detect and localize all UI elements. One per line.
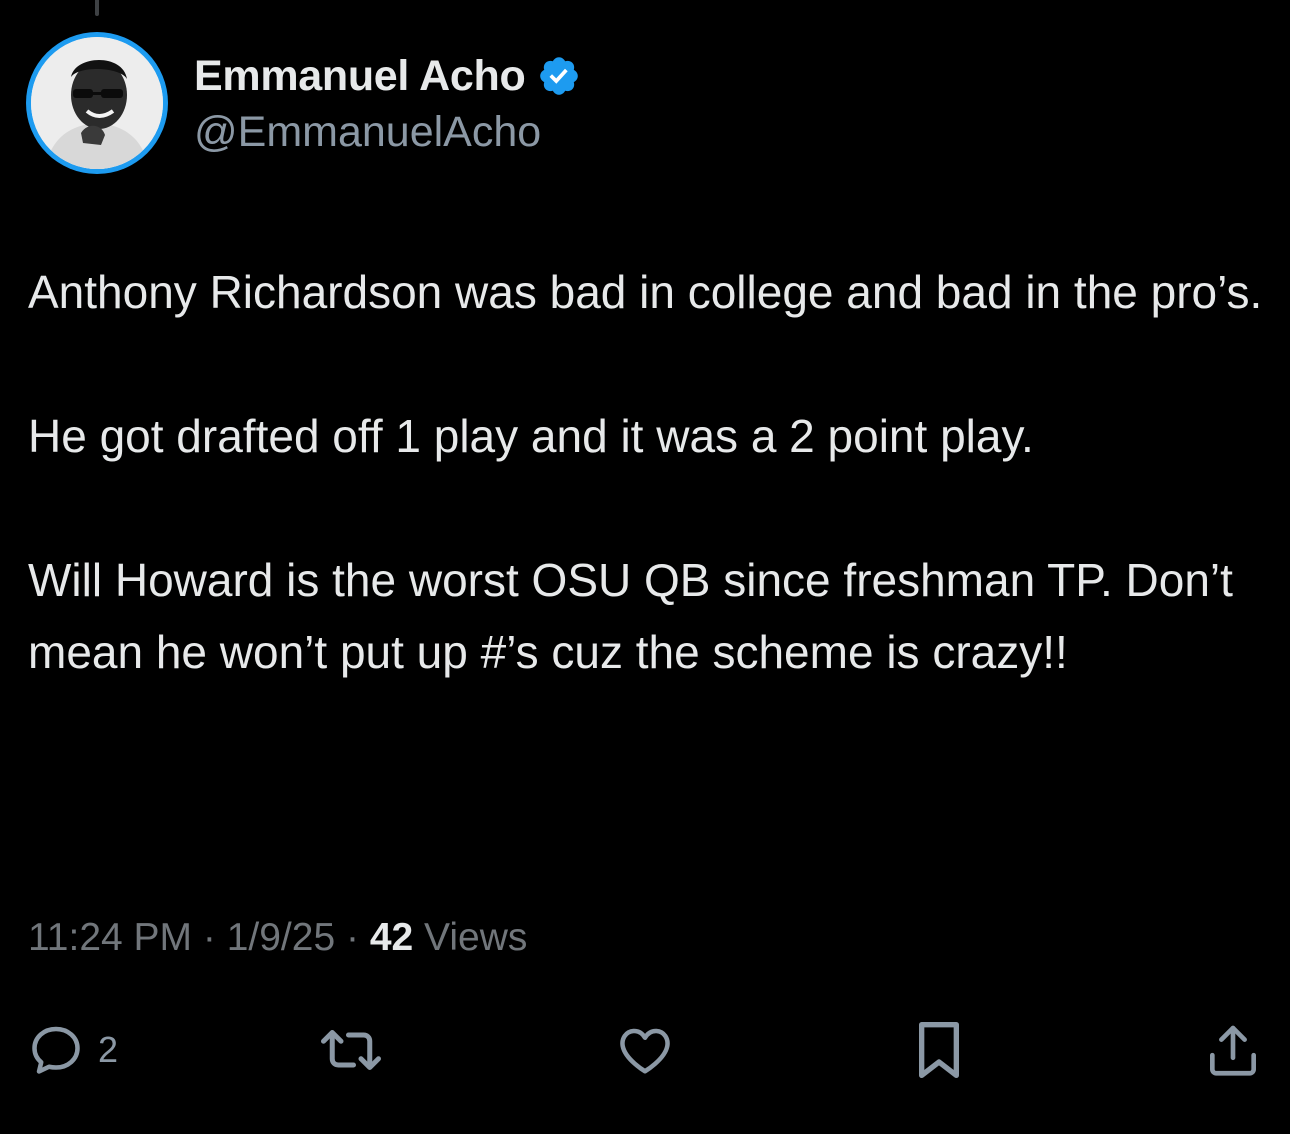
retweet-button[interactable] bbox=[316, 1010, 386, 1090]
tweet-paragraph: Anthony Richardson was bad in college an… bbox=[28, 266, 1263, 318]
bookmark-icon bbox=[919, 1022, 959, 1078]
like-icon bbox=[620, 1028, 670, 1074]
bookmark-button[interactable] bbox=[912, 1010, 966, 1090]
meta-separator: · bbox=[335, 916, 370, 959]
tweet-date[interactable]: 1/9/25 bbox=[227, 916, 335, 959]
author-name-row[interactable]: Emmanuel Acho bbox=[194, 50, 581, 102]
meta-separator: · bbox=[192, 916, 227, 959]
share-button[interactable] bbox=[1202, 1010, 1264, 1090]
views-label[interactable]: Views bbox=[413, 916, 527, 959]
action-bar: 2 bbox=[0, 1010, 1290, 1090]
reply-icon bbox=[32, 1026, 80, 1074]
avatar[interactable] bbox=[26, 32, 168, 174]
author-handle[interactable]: @EmmanuelAcho bbox=[194, 108, 541, 157]
tweet-time[interactable]: 11:24 PM bbox=[28, 916, 192, 959]
share-icon bbox=[1210, 1025, 1256, 1076]
like-button[interactable] bbox=[614, 1010, 676, 1090]
retweet-icon bbox=[321, 1030, 381, 1070]
reply-count: 2 bbox=[98, 1029, 119, 1070]
verified-badge-icon bbox=[537, 54, 581, 98]
tweet-metadata: 11:24 PM · 1/9/25 · 42 Views bbox=[28, 916, 527, 960]
thread-connector-line bbox=[95, 0, 99, 16]
views-count[interactable]: 42 bbox=[370, 916, 413, 959]
avatar-photo bbox=[31, 37, 163, 169]
tweet-paragraph: Will Howard is the worst OSU QB since fr… bbox=[28, 554, 1246, 678]
tweet-paragraph: He got drafted off 1 play and it was a 2… bbox=[28, 410, 1034, 462]
author-display-name[interactable]: Emmanuel Acho bbox=[194, 52, 526, 101]
reply-button[interactable]: 2 bbox=[26, 1010, 118, 1090]
tweet-text: Anthony Richardson was bad in college an… bbox=[28, 256, 1268, 688]
